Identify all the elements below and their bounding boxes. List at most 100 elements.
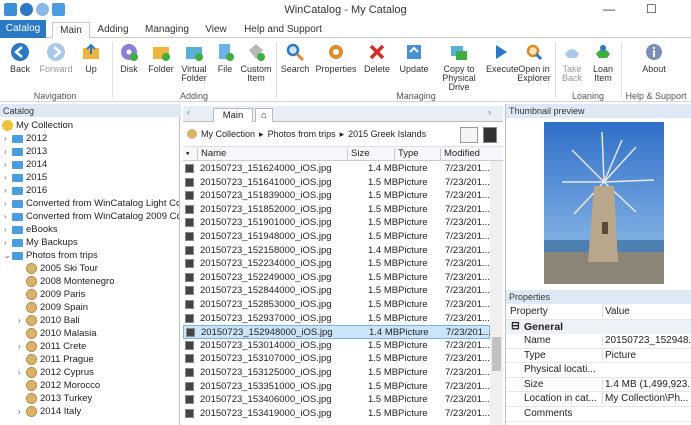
tree-item[interactable]: 2005 Ski Tour [18, 262, 98, 275]
add-folder-button[interactable]: Folder [146, 42, 176, 74]
expand-chevron-icon[interactable]: ⌄ [4, 251, 12, 260]
add-disk-button[interactable]: Disk [117, 42, 141, 74]
update-button[interactable]: Update [398, 42, 430, 74]
open-in-explorer-button[interactable]: Open in Explorer [516, 42, 552, 83]
table-row[interactable]: 20150723_151641000_iOS.jpg 1.5 MB Picture 7… [183, 176, 490, 190]
property-row[interactable]: Size 1.4 MB (1,499,923... [506, 378, 691, 393]
tab-catalog[interactable]: Catalog [0, 20, 46, 38]
table-row[interactable]: 20150723_153419000_iOS.jpg 1.5 MB Picture 7… [183, 407, 490, 421]
expand-chevron-icon[interactable]: › [18, 368, 26, 377]
back-button[interactable]: Back [6, 42, 34, 74]
tree-item[interactable]: › 2014 [4, 158, 47, 171]
table-row[interactable]: 20150723_152948000_iOS.jpg 1.4 MB Picture 7… [183, 325, 491, 339]
expand-chevron-icon[interactable]: › [4, 238, 12, 247]
minimize-icon[interactable]: — [603, 2, 615, 16]
table-row[interactable]: 20150723_153107000_iOS.jpg 1.5 MB Picture 7… [183, 352, 490, 366]
maximize-icon[interactable]: ☐ [646, 2, 657, 16]
table-row[interactable]: 20150723_153014000_iOS.jpg 1.5 MB Picture 7… [183, 339, 490, 353]
tree-item[interactable]: 2008 Montenegro [18, 275, 114, 288]
tree-item[interactable]: › eBooks [4, 223, 58, 236]
table-row[interactable]: 20150723_151948000_iOS.jpg 1.5 MB Picture 7… [183, 230, 490, 244]
property-group-general[interactable]: ⊟ General [506, 320, 691, 334]
loan-item-button[interactable]: Loan Item [589, 42, 617, 83]
execute-button[interactable]: Execute [486, 42, 519, 74]
tree-item[interactable]: › 2014 Italy [18, 405, 81, 418]
tab-view[interactable]: View [200, 22, 232, 38]
expand-chevron-icon[interactable]: › [4, 147, 12, 156]
expand-chevron-icon[interactable]: › [18, 316, 26, 325]
table-row[interactable]: 20150723_152844000_iOS.jpg 1.5 MB Picture 7… [183, 284, 490, 298]
table-row[interactable]: 20150723_153125000_iOS.jpg 1.5 MB Picture 7… [183, 366, 490, 380]
tab-managing[interactable]: Managing [141, 22, 193, 38]
column-header-type[interactable]: Type [394, 148, 440, 161]
property-row[interactable]: Location in cat... My Collection\Ph... [506, 392, 691, 407]
tab-scroll-right-icon[interactable]: › [488, 107, 491, 117]
tree-item[interactable]: › Converted from WinCatalog 2009 Coll [4, 210, 179, 223]
copy-to-physical-drive-button[interactable]: Copy to Physical Drive [432, 42, 486, 92]
preview-toggle-icon[interactable] [483, 127, 497, 143]
tree-item[interactable]: › 2013 [4, 145, 47, 158]
tree-item[interactable]: › 2012 [4, 132, 47, 145]
column-header-modified[interactable]: Modified [440, 148, 490, 161]
expand-chevron-icon[interactable]: › [4, 134, 12, 143]
expand-chevron-icon[interactable]: › [18, 407, 26, 416]
tree-item[interactable]: 2009 Paris [18, 288, 85, 301]
expand-chevron-icon[interactable]: › [4, 212, 12, 221]
tab-scroll-left-icon[interactable]: ‹ [187, 107, 190, 117]
table-row[interactable]: 20150723_152249000_iOS.jpg 1.5 MB Picture 7… [183, 271, 490, 285]
expand-chevron-icon[interactable]: › [4, 199, 12, 208]
delete-button[interactable]: Delete [362, 42, 392, 74]
add-file-button[interactable]: File [214, 42, 236, 74]
expand-chevron-icon[interactable]: › [4, 225, 12, 234]
tree-item[interactable]: › 2010 Bali [18, 314, 80, 327]
expand-chevron-icon[interactable]: › [4, 173, 12, 182]
tree-item[interactable]: › My Backups [4, 236, 78, 249]
search-button[interactable]: Search [280, 42, 310, 74]
property-row[interactable]: Type Picture [506, 349, 691, 364]
tree-item[interactable]: › 2011 Crete [18, 340, 86, 353]
column-header-name[interactable]: Name [197, 148, 347, 161]
scrollbar-thumb[interactable] [492, 337, 501, 371]
table-row[interactable]: 20150723_153406000_iOS.jpg 1.5 MB Picture 7… [183, 393, 490, 407]
add-custom-item-button[interactable]: Custom Item [240, 42, 272, 83]
new-tab-button[interactable]: ⌂ [255, 108, 273, 122]
about-button[interactable]: About [638, 42, 670, 74]
up-button[interactable]: Up [80, 42, 102, 74]
expand-chevron-icon[interactable]: › [4, 160, 12, 169]
column-header-size[interactable]: Size [347, 148, 394, 161]
property-row[interactable]: Comments [506, 407, 691, 422]
breadcrumb-item[interactable]: Photos from trips [268, 129, 336, 140]
take-back-button[interactable]: Take Back [558, 42, 586, 83]
tree-item[interactable]: My Collection [2, 119, 73, 132]
table-row[interactable]: 20150723_152158000_iOS.jpg 1.4 MB Picture 7… [183, 244, 490, 258]
table-row[interactable]: 20150723_151901000_iOS.jpg 1.5 MB Picture 7… [183, 216, 490, 230]
table-row[interactable]: 20150723_151624000_iOS.jpg 1.4 MB Picture 7… [183, 162, 490, 176]
tree-item[interactable]: 2013 Turkey [18, 392, 92, 405]
tree-item[interactable]: › 2015 [4, 171, 47, 184]
tab-main[interactable]: Main [52, 22, 90, 39]
tree-item[interactable]: 2011 Prague [18, 353, 94, 366]
table-row[interactable]: 20150723_151839000_iOS.jpg 1.5 MB Picture 7… [183, 189, 490, 203]
property-row[interactable]: Name 20150723_152948... [506, 334, 691, 349]
tree-item[interactable]: 2009 Spain [18, 301, 88, 314]
forward-button[interactable]: Forward [38, 42, 74, 74]
tab-adding[interactable]: Adding [94, 22, 132, 38]
view-mode-icon[interactable] [460, 127, 478, 143]
tab-main-view[interactable]: Main [213, 108, 253, 122]
property-row[interactable]: Physical locati... [506, 363, 691, 378]
tree-item[interactable]: ⌄ Photos from trips [4, 249, 98, 262]
tab-help-support[interactable]: Help and Support [241, 22, 325, 38]
tree-item[interactable]: › 2016 [4, 184, 47, 197]
vertical-scrollbar[interactable] [490, 161, 503, 425]
table-row[interactable]: 20150723_152234000_iOS.jpg 1.5 MB Picture 7… [183, 257, 490, 271]
breadcrumb-item[interactable]: 2015 Greek Islands [348, 129, 426, 140]
expand-chevron-icon[interactable]: › [4, 186, 12, 195]
breadcrumb-item[interactable]: My Collection [201, 129, 255, 140]
tree-item[interactable]: › 2012 Cyprus [18, 366, 94, 379]
table-row[interactable]: 20150723_153351000_iOS.jpg 1.5 MB Picture 7… [183, 380, 490, 394]
table-row[interactable]: 20150723_151852000_iOS.jpg 1.5 MB Picture 7… [183, 203, 490, 217]
properties-button[interactable]: Properties [315, 42, 357, 74]
table-row[interactable]: 20150723_152853000_iOS.jpg 1.5 MB Picture 7… [183, 298, 490, 312]
expand-chevron-icon[interactable]: › [18, 342, 26, 351]
table-row[interactable]: 20150723_152937000_iOS.jpg 1.5 MB Picture 7… [183, 312, 490, 326]
